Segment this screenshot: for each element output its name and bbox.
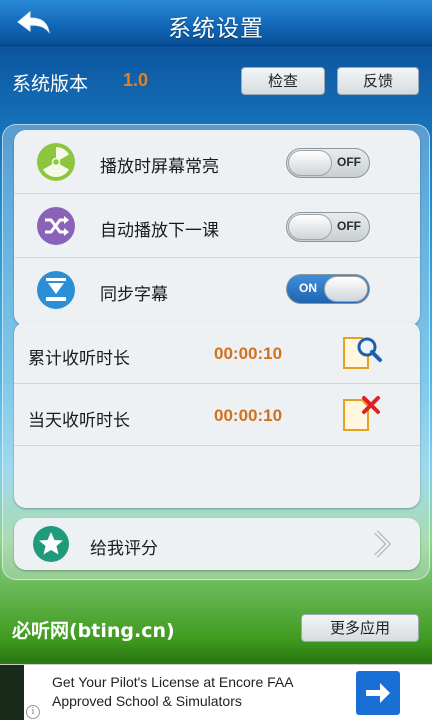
chevron-right-icon [374, 530, 391, 558]
arrow-right-icon [366, 683, 390, 703]
radiation-icon [37, 143, 75, 181]
feedback-button[interactable]: 反馈 [337, 67, 419, 95]
setting-label: 播放时屏幕常亮 [100, 157, 219, 177]
shuffle-icon [37, 207, 75, 245]
setting-label: 同步字幕 [100, 285, 168, 305]
toggle-state: OFF [337, 219, 361, 233]
star-icon [33, 526, 69, 562]
autoplay-toggle[interactable]: OFF [286, 212, 370, 242]
stat-row-today: 当天收听时长 00:00:10 [14, 384, 420, 446]
stat-row-empty [14, 446, 420, 508]
search-document-icon[interactable] [340, 332, 384, 372]
setting-label: 自动播放下一课 [100, 221, 219, 241]
page-title: 系统设置 [168, 16, 264, 42]
setting-row-subtitles: 同步字幕 ON [14, 258, 420, 326]
setting-row-autoplay: 自动播放下一课 OFF [14, 194, 420, 258]
check-update-button[interactable]: 检查 [241, 67, 325, 95]
stat-value: 00:00:10 [214, 344, 283, 363]
version-value: 1.0 [123, 70, 149, 90]
delete-document-icon[interactable] [340, 394, 384, 434]
toggle-state: ON [299, 281, 317, 295]
screen-on-toggle[interactable]: OFF [286, 148, 370, 178]
rate-label: 给我评分 [90, 539, 158, 559]
subtitles-toggle[interactable]: ON [286, 274, 370, 304]
stat-label: 当天收听时长 [28, 411, 130, 431]
stat-value: 00:00:10 [214, 406, 283, 425]
title-bar: 系统设置 [0, 0, 432, 46]
more-apps-button[interactable]: 更多应用 [301, 614, 419, 642]
ad-banner[interactable]: i Get Your Pilot's License at Encore FAA… [0, 664, 432, 720]
ad-thumbnail [0, 665, 24, 720]
toggle-knob [324, 276, 368, 302]
ad-arrow-button[interactable] [356, 671, 400, 715]
settings-panel: 播放时屏幕常亮 OFF 自动播放下一课 OFF 同步字幕 ON [14, 130, 420, 326]
toggle-state: OFF [337, 155, 361, 169]
site-label: 必听网(bting.cn) [12, 620, 175, 642]
ad-text: Get Your Pilot's License at Encore FAA A… [52, 674, 293, 709]
setting-row-screen-on: 播放时屏幕常亮 OFF [14, 130, 420, 194]
toggle-knob [288, 150, 332, 176]
stats-panel: 累计收听时长 00:00:10 当天收听时长 00:00:10 [14, 322, 420, 508]
version-label: 系统版本 [12, 73, 89, 95]
download-icon [37, 271, 75, 309]
stat-row-total: 累计收听时长 00:00:10 [14, 322, 420, 384]
toggle-knob [288, 214, 332, 240]
ad-info-icon[interactable]: i [26, 705, 40, 719]
rate-panel[interactable]: 给我评分 [14, 518, 420, 570]
stat-label: 累计收听时长 [28, 349, 130, 369]
